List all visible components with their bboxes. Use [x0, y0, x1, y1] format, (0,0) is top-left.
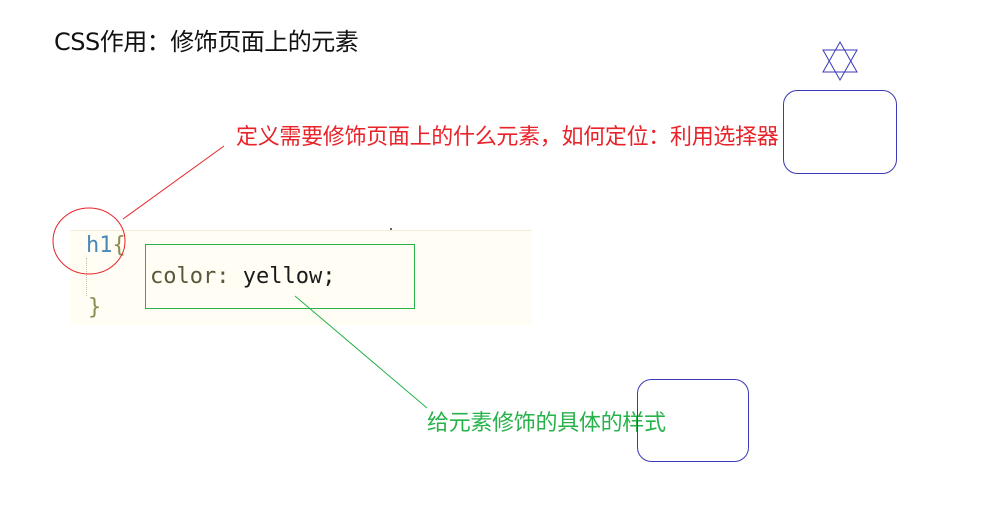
selector-highlight-ellipse: [52, 207, 126, 275]
declaration-highlight-box: [145, 244, 415, 309]
stray-dot: [390, 228, 392, 230]
declaration-leader-line: [294, 295, 428, 409]
six-point-star-icon: [822, 40, 858, 82]
rounded-frame-bottom: [637, 379, 749, 462]
annotation-overlay: [52, 40, 897, 462]
selector-leader-line: [122, 145, 225, 220]
rounded-frame-top: [783, 90, 897, 174]
